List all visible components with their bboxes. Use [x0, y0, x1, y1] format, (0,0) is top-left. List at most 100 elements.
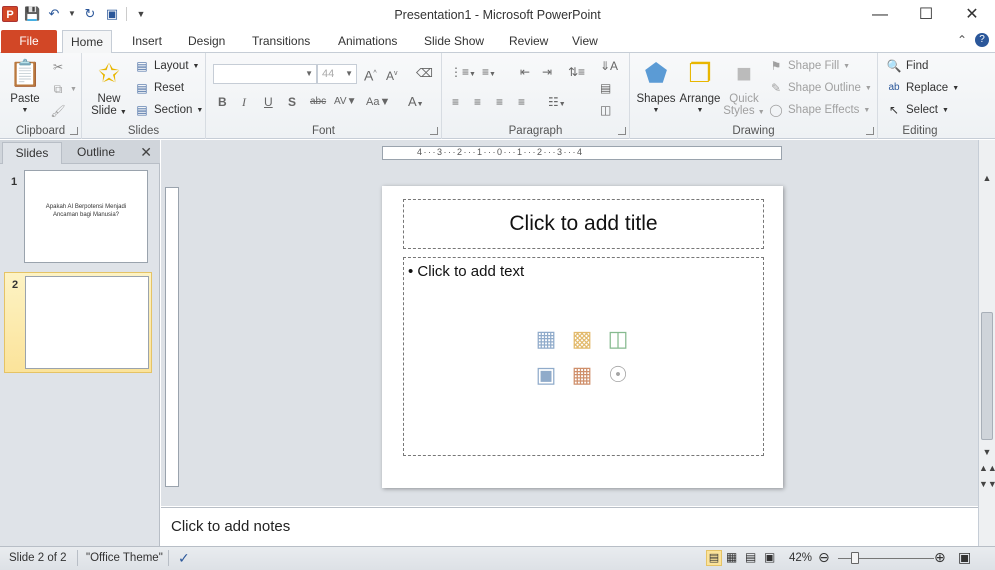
spell-check-icon[interactable]: ✓: [178, 550, 190, 567]
content-placeholder[interactable]: • Click to add text ▦ ▩ ◫ ▣ ▦ ☉: [403, 257, 764, 456]
section-button[interactable]: ▤ Section ▼: [134, 100, 203, 120]
columns-icon[interactable]: ☷▼: [548, 93, 566, 111]
close-icon[interactable]: ✕: [949, 0, 995, 30]
slide-sorter-view-icon[interactable]: ▦: [726, 550, 737, 564]
grow-font-icon[interactable]: A^: [364, 65, 377, 84]
tab-slides[interactable]: Slides: [2, 142, 62, 164]
vertical-scrollbar[interactable]: ▲ ▼ ▲▲ ▼▼: [978, 140, 995, 546]
slide-thumbnail-2[interactable]: 2: [4, 272, 152, 373]
format-painter-button[interactable]: 🖌: [50, 101, 66, 121]
shape-fill-button[interactable]: ⚑ Shape Fill ▼: [768, 56, 850, 76]
tab-transitions[interactable]: Transitions: [244, 30, 318, 53]
text-direction-icon[interactable]: ⇓A: [600, 57, 618, 75]
tab-home[interactable]: Home: [62, 30, 113, 54]
line-spacing-icon[interactable]: ⇅≡: [568, 63, 585, 81]
insert-clip-art-icon[interactable]: ▦: [567, 360, 597, 390]
tab-animations[interactable]: Animations: [330, 30, 405, 53]
shapes-button[interactable]: ⬟ Shapes ▼: [634, 57, 678, 117]
shape-effects-label: Shape Effects: [788, 104, 860, 116]
font-size-combo[interactable]: 44 ▼: [317, 64, 357, 84]
align-left-icon[interactable]: ≡: [452, 93, 459, 111]
justify-icon[interactable]: ≡: [518, 93, 525, 111]
clipboard-launcher-icon[interactable]: [70, 127, 78, 135]
title-placeholder[interactable]: Click to add title: [403, 199, 764, 249]
arrange-button[interactable]: ❐ Arrange ▼: [678, 57, 722, 117]
fit-slide-to-window-icon[interactable]: ▣: [958, 549, 971, 566]
character-spacing-icon[interactable]: AV▼: [334, 93, 357, 111]
font-color-icon[interactable]: A▼: [408, 93, 424, 111]
strikethrough-icon[interactable]: abc: [310, 93, 326, 111]
new-slide-button[interactable]: ✩ New Slide ▼: [88, 57, 130, 119]
minimize-ribbon-icon[interactable]: ⌃: [957, 33, 967, 47]
align-center-icon[interactable]: ≡: [474, 93, 481, 111]
convert-to-smartart-icon[interactable]: ◫: [600, 101, 611, 119]
normal-view-icon[interactable]: ▤: [706, 550, 722, 566]
notes-pane[interactable]: Click to add notes: [161, 507, 978, 546]
slide-canvas[interactable]: Click to add title • Click to add text ▦…: [382, 186, 783, 488]
vertical-ruler[interactable]: [165, 187, 179, 487]
align-text-icon[interactable]: ▤: [600, 79, 611, 97]
slide-thumbnail-1[interactable]: 1 Apakah AI Berpotensi Menjadi Ancaman b…: [4, 170, 152, 268]
minimize-icon[interactable]: —: [857, 0, 903, 30]
slide-show-view-icon[interactable]: ▣: [764, 550, 775, 564]
cut-button[interactable]: ✂: [50, 57, 66, 77]
scrollbar-thumb[interactable]: [981, 312, 993, 440]
insert-media-icon[interactable]: ☉: [603, 360, 633, 390]
tab-view[interactable]: View: [564, 30, 606, 53]
find-button[interactable]: 🔍 Find: [886, 56, 929, 76]
insert-table-icon[interactable]: ▦: [531, 324, 561, 354]
italic-icon[interactable]: I: [242, 93, 246, 111]
increase-indent-icon[interactable]: ⇥: [542, 63, 552, 81]
bullets-icon[interactable]: ⋮≡▼: [450, 63, 476, 81]
reset-button[interactable]: ▤ Reset: [134, 78, 184, 98]
scroll-down-icon[interactable]: ▼: [979, 444, 995, 460]
select-button[interactable]: ↖ Select ▼: [886, 100, 949, 120]
underline-icon[interactable]: U: [264, 93, 273, 111]
previous-slide-icon[interactable]: ▲▲: [979, 460, 995, 476]
decrease-indent-icon[interactable]: ⇤: [520, 63, 530, 81]
font-launcher-icon[interactable]: [430, 127, 438, 135]
paste-label: Paste: [10, 93, 40, 105]
tab-outline[interactable]: Outline: [64, 142, 128, 164]
layout-label: Layout: [154, 60, 189, 72]
font-size-value: 44: [322, 68, 335, 80]
tab-design[interactable]: Design: [180, 30, 233, 53]
insert-chart-icon[interactable]: ▩: [567, 324, 597, 354]
zoom-in-icon[interactable]: ⊕: [934, 549, 946, 566]
tab-slide-show[interactable]: Slide Show: [416, 30, 492, 53]
paste-button[interactable]: 📋 Paste ▼: [6, 57, 44, 117]
insert-picture-icon[interactable]: ▣: [531, 360, 561, 390]
replace-icon: ab: [888, 82, 900, 93]
align-right-icon[interactable]: ≡: [496, 93, 503, 111]
theme-name[interactable]: "Office Theme": [86, 552, 163, 564]
zoom-level[interactable]: 42%: [789, 552, 812, 564]
tab-file[interactable]: File: [1, 30, 57, 53]
paragraph-launcher-icon[interactable]: [618, 127, 626, 135]
zoom-slider-knob[interactable]: [851, 552, 859, 564]
change-case-icon[interactable]: Aa▼: [366, 93, 390, 111]
bold-icon[interactable]: B: [218, 93, 227, 111]
quick-styles-button[interactable]: ■ Quick Styles ▼: [722, 57, 766, 119]
layout-button[interactable]: ▤ Layout ▼: [134, 56, 199, 76]
clear-formatting-icon[interactable]: ⌫: [416, 64, 433, 82]
tab-review[interactable]: Review: [501, 30, 556, 53]
shape-effects-button[interactable]: ◯ Shape Effects ▼: [768, 100, 870, 120]
replace-button[interactable]: ab Replace ▼: [886, 78, 959, 98]
tab-insert[interactable]: Insert: [124, 30, 170, 53]
help-icon[interactable]: ?: [975, 33, 989, 47]
close-pane-icon[interactable]: ✕: [140, 144, 152, 161]
shadow-icon[interactable]: S: [288, 93, 296, 111]
zoom-out-icon[interactable]: ⊖: [818, 549, 830, 566]
drawing-launcher-icon[interactable]: [866, 127, 874, 135]
shrink-font-icon[interactable]: Av: [386, 65, 398, 83]
reading-view-icon[interactable]: ▤: [745, 550, 756, 564]
numbering-icon[interactable]: ≡▼: [482, 63, 496, 81]
maximize-icon[interactable]: ☐: [903, 0, 949, 30]
scroll-up-icon[interactable]: ▲: [979, 170, 995, 186]
insert-smartart-icon[interactable]: ◫: [603, 324, 633, 354]
font-name-combo[interactable]: ▼: [213, 64, 317, 84]
next-slide-icon[interactable]: ▼▼: [979, 476, 995, 492]
copy-button[interactable]: ⧉ ▼: [50, 79, 77, 99]
horizontal-ruler[interactable]: 4···3···2···1···0···1···2···3···4: [382, 146, 782, 160]
shape-outline-button[interactable]: ✎ Shape Outline ▼: [768, 78, 872, 98]
